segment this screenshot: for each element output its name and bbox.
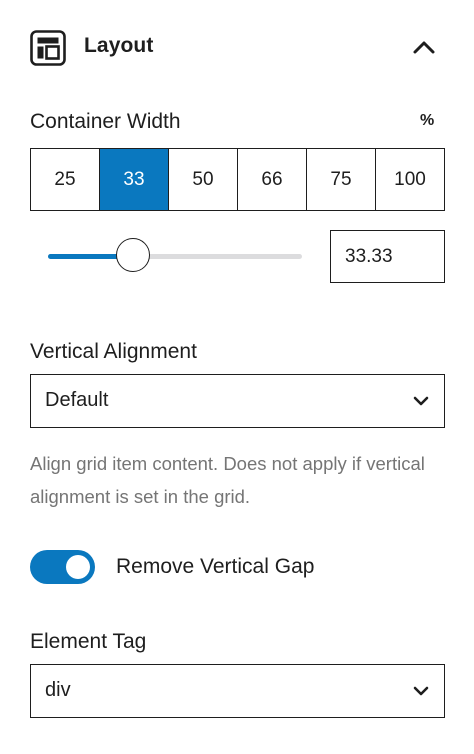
- vertical-alignment-label: Vertical Alignment: [30, 340, 197, 363]
- width-preset-button[interactable]: 66: [238, 149, 307, 210]
- width-slider[interactable]: [48, 234, 302, 278]
- width-number-input[interactable]: [330, 230, 445, 283]
- width-preset-button[interactable]: 75: [307, 149, 376, 210]
- layout-icon: [30, 30, 66, 66]
- layout-panel: Layout Container Width % 25 33 50 66 75 …: [0, 0, 474, 754]
- chevron-down-icon: [413, 686, 429, 696]
- toggle-knob: [66, 555, 90, 579]
- unit-label[interactable]: %: [420, 112, 434, 130]
- width-preset-button[interactable]: 33: [100, 149, 169, 210]
- element-tag-label: Element Tag: [30, 630, 147, 653]
- width-preset-group: 25 33 50 66 75 100: [30, 148, 445, 211]
- vertical-alignment-help: Align grid item content. Does not apply …: [30, 453, 425, 507]
- chevron-down-icon: [413, 396, 429, 406]
- width-preset-button[interactable]: 25: [31, 149, 100, 210]
- container-width-label: Container Width: [30, 110, 181, 133]
- element-tag-select[interactable]: div: [30, 664, 445, 718]
- collapse-button[interactable]: [404, 28, 444, 68]
- remove-vertical-gap-toggle[interactable]: [30, 550, 95, 584]
- vertical-alignment-select[interactable]: Default: [30, 374, 445, 428]
- element-tag-value: div: [45, 679, 71, 701]
- vertical-alignment-value: Default: [45, 389, 109, 411]
- width-preset-button[interactable]: 100: [376, 149, 444, 210]
- panel-title: Layout: [84, 34, 154, 57]
- slider-thumb[interactable]: [115, 238, 150, 272]
- chevron-up-icon: [413, 41, 435, 54]
- remove-vertical-gap-label[interactable]: Remove Vertical Gap: [116, 555, 314, 579]
- panel-header[interactable]: Layout: [0, 0, 474, 96]
- width-preset-button[interactable]: 50: [169, 149, 238, 210]
